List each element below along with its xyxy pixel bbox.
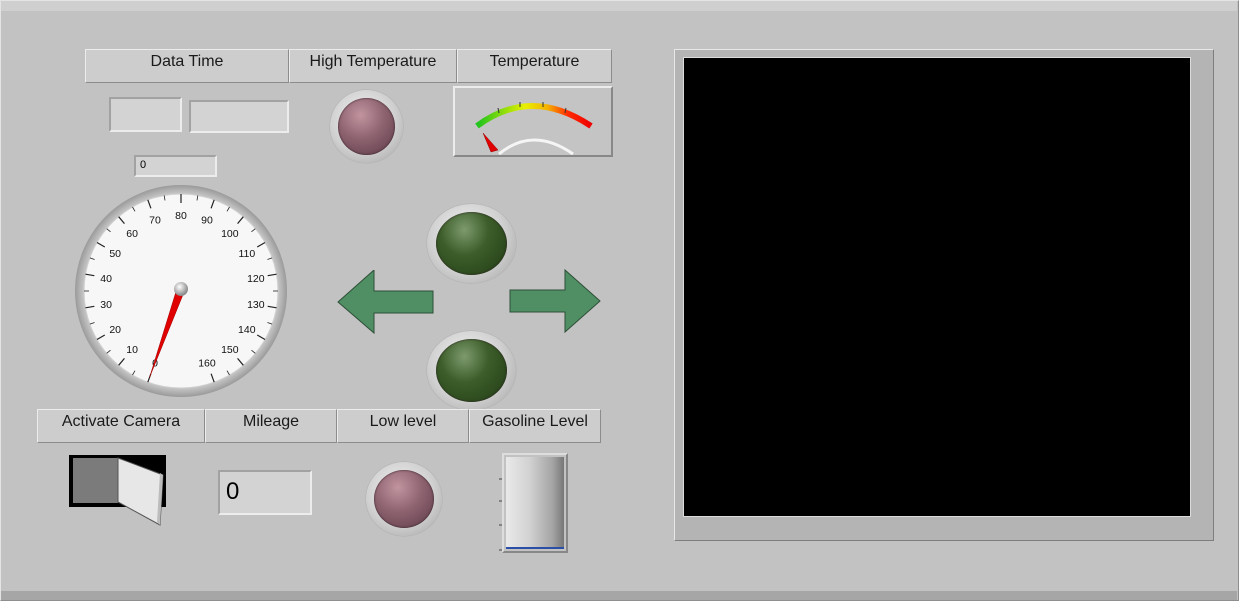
speedometer-tick-label: 100 [221, 228, 239, 240]
mileage-label-text: Mileage [242, 413, 300, 430]
speedometer-tick-label: 160 [198, 357, 216, 369]
left-arrow-icon[interactable] [336, 270, 436, 336]
speed-readout[interactable]: 0 [134, 155, 217, 177]
temperature-gauge-svg [475, 102, 593, 156]
activate-camera-label-text: Activate Camera [61, 413, 181, 430]
speedometer: 0102030405060708090100110120130140150160 [75, 185, 287, 397]
mileage-field-value: 0 [226, 478, 240, 505]
upper-green-led[interactable] [427, 204, 516, 283]
speedometer-tick-label: 90 [201, 215, 213, 227]
activate-camera-switch[interactable] [68, 453, 168, 529]
speed-readout-value: 0 [140, 159, 147, 171]
data-time-label-text: Data Time [150, 53, 224, 70]
time-field[interactable] [189, 100, 289, 133]
temperature-inner-arc [498, 138, 574, 156]
speedometer-tick-label: 20 [109, 324, 121, 336]
temperature-needle [482, 132, 499, 153]
high-temperature-label: High Temperature [289, 49, 457, 83]
temperature-label: Temperature [457, 49, 612, 83]
gasoline-empty-line [506, 547, 564, 549]
speedometer-hub [174, 282, 188, 296]
temperature-scale-arc [475, 103, 593, 129]
panel-bottom-edge [1, 591, 1237, 600]
lower-green-led[interactable] [427, 331, 516, 410]
speedometer-tick-label: 130 [247, 299, 265, 311]
temperature-gauge [453, 86, 613, 157]
right-arrow-icon[interactable] [508, 269, 603, 335]
low-level-label-text: Low level [369, 413, 437, 430]
gasoline-tank-gradient [506, 457, 564, 549]
high-temperature-label-text: High Temperature [309, 53, 437, 70]
date-field[interactable] [109, 97, 182, 132]
speedometer-tick-label: 10 [126, 344, 138, 356]
data-time-label: Data Time [85, 49, 289, 83]
speedometer-tick-label: 120 [247, 273, 265, 285]
speedometer-tick-label: 140 [238, 324, 256, 336]
mileage-field[interactable]: 0 [218, 470, 312, 515]
panel-top-edge [1, 1, 1237, 11]
gasoline-tank-body [502, 453, 568, 553]
camera-display [683, 57, 1191, 517]
speedometer-tick-label: 30 [100, 299, 112, 311]
gasoline-level-label: Gasoline Level [469, 409, 601, 443]
lower-green-led-lens [436, 339, 507, 402]
speedometer-tick-label: 150 [221, 344, 239, 356]
high-temperature-led-lens [338, 98, 395, 155]
speedometer-tick-label: 60 [126, 228, 138, 240]
speedometer-tick-label: 110 [238, 248, 255, 260]
speedometer-tick-label: 80 [175, 210, 187, 222]
low-level-label: Low level [337, 409, 469, 443]
gasoline-level-tank [494, 453, 574, 555]
low-level-led[interactable] [366, 462, 442, 536]
mileage-label: Mileage [205, 409, 337, 443]
gasoline-level-label-text: Gasoline Level [482, 413, 588, 430]
camera-display-frame [674, 49, 1214, 541]
low-level-led-lens [374, 470, 434, 528]
speedometer-tick-label: 40 [100, 273, 112, 285]
speedometer-tick-label: 50 [109, 248, 121, 260]
temperature-label-text: Temperature [489, 53, 580, 70]
activate-camera-label: Activate Camera [37, 409, 205, 443]
upper-green-led-lens [436, 212, 507, 275]
speedometer-tick-label: 70 [149, 215, 161, 227]
high-temperature-led[interactable] [330, 90, 403, 163]
